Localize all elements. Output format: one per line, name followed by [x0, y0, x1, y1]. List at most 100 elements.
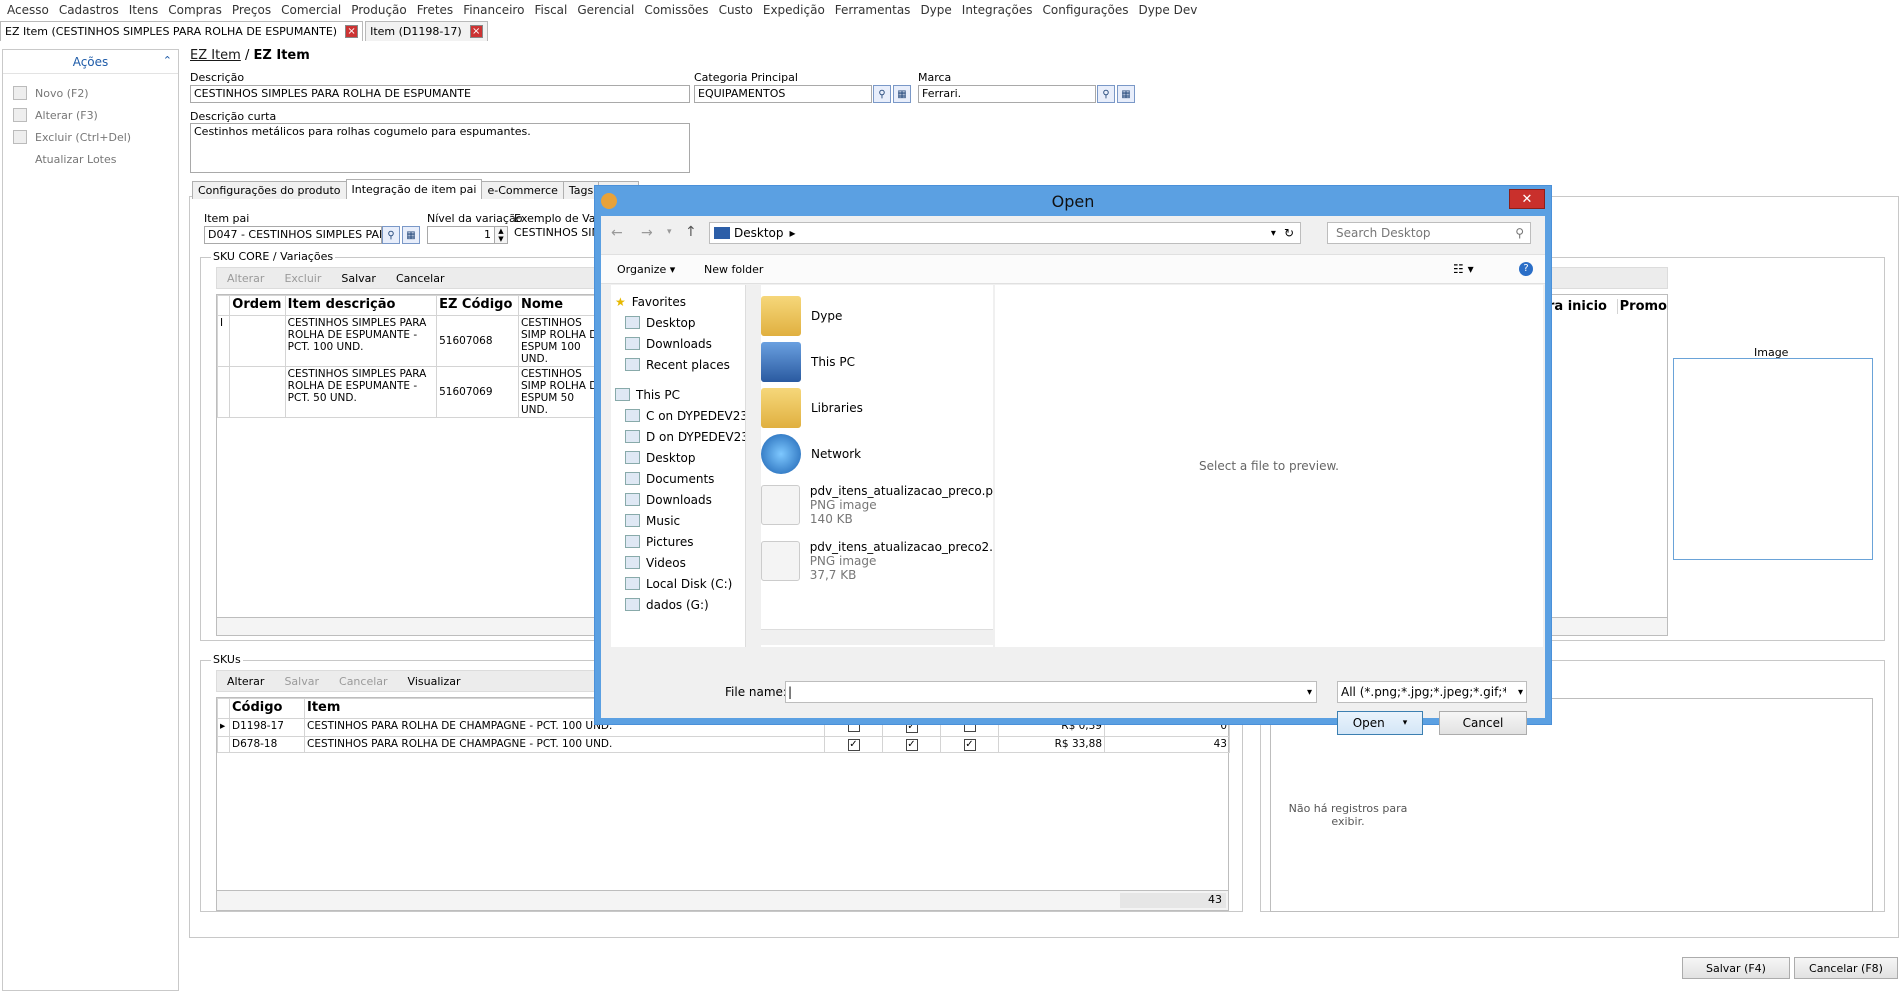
menu-item[interactable]: Itens	[124, 3, 163, 17]
sidebar-header[interactable]: Ações ⌃	[3, 50, 178, 74]
file-item[interactable]: Libraries	[761, 385, 993, 431]
file-item[interactable]: pdv_itens_atualizacao_preco2. PNG image 37…	[761, 533, 993, 589]
nav-item[interactable]: dados (G:)	[611, 594, 757, 615]
menu-item[interactable]: Fretes	[412, 3, 458, 17]
menu-item[interactable]: Expedição	[758, 3, 830, 17]
chevron-up-icon[interactable]: ⌃	[163, 54, 172, 67]
back-icon[interactable]: ←	[611, 225, 623, 241]
table-row[interactable]: D678-18 CESTINHOS PARA ROLHA DE CHAMPAGN…	[217, 736, 1230, 753]
nivel-variacao-input[interactable]: 1	[427, 226, 495, 244]
nav-item[interactable]: Documents	[611, 468, 757, 489]
nav-item[interactable]: Recent places	[611, 354, 757, 375]
tab-integracao[interactable]: Integração de item pai	[345, 179, 483, 199]
file-item[interactable]: pdv_itens_atualizacao_preco.p PNG image 14…	[761, 477, 993, 533]
nav-item[interactable]: Downloads	[611, 489, 757, 510]
column-header[interactable]: Ordem	[229, 295, 286, 316]
nav-this-pc[interactable]: This PC	[611, 384, 757, 405]
sidebar-item-novo[interactable]: Novo (F2)	[3, 82, 178, 104]
menu-item[interactable]: Comissões	[639, 3, 713, 17]
chevron-down-icon[interactable]: ▾	[1518, 687, 1523, 698]
alterar-button[interactable]: Alterar	[217, 272, 274, 285]
descricao-curta-textarea[interactable]: Cestinhos metálicos para rolhas cogumelo…	[190, 123, 690, 173]
image-box[interactable]	[1673, 358, 1873, 560]
tab-ecommerce[interactable]: e-Commerce	[481, 181, 564, 199]
menu-item[interactable]: Dype	[915, 3, 956, 17]
nav-item[interactable]: D on DYPEDEV23	[611, 426, 757, 447]
nav-item[interactable]: Downloads	[611, 333, 757, 354]
salvar-button[interactable]: Salvar	[331, 272, 386, 285]
save-button[interactable]: Salvar (F4)	[1682, 957, 1790, 979]
nav-item[interactable]: Desktop	[611, 447, 757, 468]
close-icon[interactable]: ×	[469, 25, 483, 38]
chevron-down-icon[interactable]: ▾	[1307, 687, 1312, 698]
help-icon[interactable]: ?	[1519, 262, 1533, 276]
sidebar-item-alterar[interactable]: Alterar (F3)	[3, 104, 178, 126]
menu-item[interactable]: Comercial	[276, 3, 346, 17]
refresh-icon[interactable]: ↻	[1284, 226, 1294, 240]
menu-item[interactable]: Configurações	[1038, 3, 1134, 17]
recent-dropdown-icon[interactable]: ▾	[667, 227, 672, 237]
checkbox[interactable]: ✓	[905, 739, 918, 751]
column-header[interactable]: Código	[229, 698, 305, 719]
table-row[interactable]: CESTINHOS SIMPLES PARA ROLHA DE ESPUMANT…	[216, 366, 608, 418]
doc-tab-ez-item[interactable]: EZ Item (CESTINHOS SIMPLES PARA ROLHA DE…	[0, 21, 364, 41]
search-input[interactable]: Search Desktop ⚲	[1327, 222, 1531, 244]
chevron-right-icon[interactable]: ▸	[790, 226, 796, 240]
menu-item[interactable]: Compras	[163, 3, 227, 17]
column-header[interactable]: EZ Código	[436, 295, 519, 316]
nav-item[interactable]: Videos	[611, 552, 757, 573]
chevron-down-icon[interactable]: ▾	[1271, 228, 1276, 239]
address-bar[interactable]: Desktop ▸ ▾ ↻	[709, 222, 1301, 244]
descricao-input[interactable]: CESTINHOS SIMPLES PARA ROLHA DE ESPUMANT…	[190, 85, 690, 103]
doc-tab-item[interactable]: Item (D1198-17) ×	[365, 21, 488, 41]
item-pai-input[interactable]: D047 - CESTINHOS SIMPLES PARA R	[204, 226, 382, 244]
close-icon[interactable]: ×	[345, 25, 359, 38]
nav-item[interactable]: Desktop	[611, 312, 757, 333]
lookup-icon[interactable]: ▦	[893, 85, 911, 103]
spinner-icon[interactable]: ▲ ▼	[494, 226, 508, 244]
categoria-input[interactable]: EQUIPAMENTOS	[694, 85, 872, 103]
visualizar-button[interactable]: Visualizar	[398, 675, 471, 688]
file-type-select[interactable]: All (*.png;*.jpg;*.jpeg;*.gif;*.tif;* ▾	[1337, 681, 1527, 703]
nav-item[interactable]: Music	[611, 510, 757, 531]
search-icon[interactable]: ⚲	[873, 85, 891, 103]
column-header[interactable]: Item descrição	[284, 295, 438, 316]
menu-item[interactable]: Produção	[346, 3, 412, 17]
salvar-button[interactable]: Salvar	[274, 675, 329, 688]
search-icon[interactable]: ⚲	[382, 226, 400, 244]
lookup-icon[interactable]: ▦	[1117, 85, 1135, 103]
file-item[interactable]: This PC	[761, 339, 993, 385]
nav-scrollbar[interactable]	[745, 285, 759, 647]
file-list-scrollbar[interactable]	[761, 629, 993, 645]
close-button[interactable]: ✕	[1509, 189, 1545, 209]
excluir-button[interactable]: Excluir	[274, 272, 331, 285]
column-header[interactable]: ra inicio	[1548, 299, 1617, 314]
open-button[interactable]: Open ▾	[1337, 711, 1423, 735]
forward-icon[interactable]: →	[641, 225, 653, 241]
chevron-down-icon[interactable]: ▾	[1403, 718, 1408, 728]
alterar-button[interactable]: Alterar	[217, 675, 274, 688]
sidebar-item-excluir[interactable]: Excluir (Ctrl+Del)	[3, 126, 178, 148]
tab-configuracoes[interactable]: Configurações do produto	[192, 181, 347, 199]
menu-item[interactable]: Fiscal	[529, 3, 572, 17]
menu-item[interactable]: Custo	[714, 3, 758, 17]
cancel-button[interactable]: Cancelar (F8)	[1794, 957, 1898, 979]
file-item[interactable]: Dype	[761, 293, 993, 339]
menu-item[interactable]: Integrações	[957, 3, 1038, 17]
menu-item[interactable]: Acesso	[2, 3, 54, 17]
checkbox[interactable]: ✓	[963, 739, 976, 751]
nav-item[interactable]: Pictures	[611, 531, 757, 552]
cancelar-button[interactable]: Cancelar	[386, 272, 455, 285]
nav-favorites[interactable]: ★ Favorites	[611, 291, 757, 312]
table-row[interactable]: I CESTINHOS SIMPLES PARA ROLHA DE ESPUMA…	[216, 315, 608, 367]
file-item[interactable]: Network	[761, 431, 993, 477]
menu-item[interactable]: Ferramentas	[830, 3, 916, 17]
lookup-icon[interactable]: ▦	[402, 226, 420, 244]
menu-item[interactable]: Preços	[227, 3, 276, 17]
nav-item[interactable]: Local Disk (C:)	[611, 573, 757, 594]
organize-button[interactable]: Organize ▾	[617, 263, 675, 276]
cancel-button[interactable]: Cancel	[1439, 711, 1527, 735]
checkbox[interactable]: ✓	[847, 739, 860, 751]
column-header[interactable]: Promo	[1616, 298, 1667, 314]
view-options-icon[interactable]: ☷ ▾	[1453, 262, 1474, 276]
